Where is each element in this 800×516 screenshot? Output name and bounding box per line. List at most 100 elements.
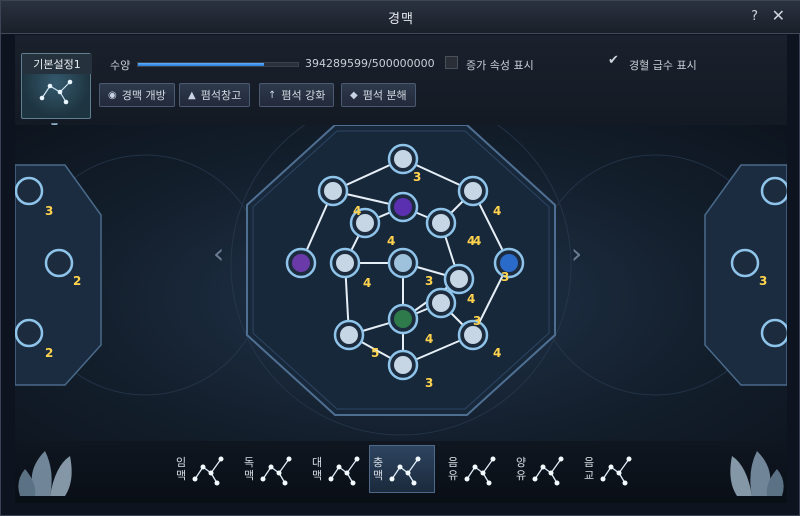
category-tab[interactable]: 임 맥 <box>173 445 233 493</box>
node-grade-label: 4 <box>387 234 395 248</box>
node-grade-label: 4 <box>467 292 475 306</box>
node-grade-label: 3 <box>413 170 421 184</box>
node-grade-label: 3 <box>425 376 433 390</box>
category-tab-label: 임 맥 <box>175 456 187 482</box>
constellation-icon <box>464 456 496 486</box>
lotus-right-icon <box>730 451 784 496</box>
category-tab[interactable]: 양 유 <box>513 445 573 493</box>
meridian-node[interactable] <box>387 303 419 335</box>
meridian-node[interactable] <box>443 263 475 295</box>
left-meridian-node[interactable] <box>15 176 44 206</box>
open-meridian-label: 경맥 개방 <box>121 89 166 102</box>
help-button[interactable]: ? <box>751 9 758 24</box>
category-tab[interactable]: 음 교 <box>581 445 641 493</box>
constellation-icon <box>260 456 292 486</box>
prev-arrow-icon[interactable]: ‹ <box>213 237 224 270</box>
category-tab-label: 음 교 <box>583 456 595 482</box>
node-grade-label: 4 <box>467 234 475 248</box>
node-grade-label: 3 <box>425 274 433 288</box>
extra-attr-checkbox[interactable] <box>445 56 458 69</box>
category-tab-label: 독 맥 <box>243 456 255 482</box>
node-grade-label: 3 <box>473 314 481 328</box>
cultivation-label: 수양 <box>110 59 131 72</box>
node-grade-label: 3 <box>501 270 509 284</box>
toolbar: 기본설정1 ▼ 수양 394289599/500000000 증가 속성 표시 … <box>15 35 787 132</box>
right-meridian-node[interactable] <box>760 176 787 206</box>
node-grade-label: 4 <box>363 276 371 290</box>
constellation-icon <box>328 456 360 486</box>
meridian-node[interactable] <box>425 207 457 239</box>
node-emblem-icon <box>450 270 468 288</box>
category-tab-label: 충 맥 <box>372 456 384 482</box>
next-arrow-icon[interactable]: › <box>571 237 582 270</box>
left-node-grade-label: 3 <box>45 204 53 218</box>
titlebar: 경맥 ? ✕ <box>1 1 800 34</box>
node-emblem-icon <box>394 254 412 272</box>
cultivation-value: 394289599/500000000 <box>305 57 435 70</box>
node-emblem-icon <box>394 150 412 168</box>
cultivation-progress-fill <box>138 63 265 66</box>
constellation-icon <box>389 456 421 486</box>
constellation-icon <box>600 456 632 486</box>
meridian-node[interactable] <box>425 287 457 319</box>
preset-label: 기본설정1 <box>22 54 92 74</box>
open-meridian-button[interactable]: ◉ 경맥 개방 <box>99 83 175 107</box>
node-grade-label: 4 <box>353 204 361 218</box>
node-emblem-icon <box>324 182 342 200</box>
category-tab-label: 대 맥 <box>311 456 323 482</box>
node-emblem-icon <box>432 294 450 312</box>
node-grade-label: 5 <box>371 346 379 360</box>
constellation-icon <box>39 79 73 105</box>
constellation-icon <box>532 456 564 486</box>
node-emblem-icon <box>432 214 450 232</box>
open-icon: ◉ <box>108 89 117 101</box>
enhance-icon: ↑ <box>268 89 277 101</box>
meridian-node[interactable] <box>387 191 419 223</box>
stone-enhance-button[interactable]: ↑ 폄석 강화 <box>259 83 335 107</box>
preset-selector[interactable]: 기본설정1 ▼ <box>21 53 92 132</box>
node-grade-label: 4 <box>425 332 433 346</box>
node-emblem-icon <box>464 182 482 200</box>
stone-disassemble-label: 폄석 분해 <box>362 89 407 102</box>
node-emblem-icon <box>340 326 358 344</box>
node-emblem-icon <box>394 198 412 216</box>
meridian-node[interactable] <box>329 247 361 279</box>
close-button[interactable]: ✕ <box>772 6 785 25</box>
meridian-node[interactable] <box>333 319 365 351</box>
node-emblem-icon <box>292 254 310 272</box>
stone-storage-label: 폄석창고 <box>200 89 242 102</box>
grade-display-checkbox[interactable]: ✔ <box>608 53 619 68</box>
meridian-node[interactable] <box>317 175 349 207</box>
extra-attr-label[interactable]: 증가 속성 표시 <box>466 57 534 73</box>
node-emblem-icon <box>464 326 482 344</box>
meridian-board: 3444434334543443223 ‹ › <box>15 125 787 441</box>
node-grade-label: 4 <box>493 204 501 218</box>
left-meridian-node[interactable] <box>15 318 44 348</box>
left-node-grade-label: 2 <box>45 346 53 360</box>
right-meridian-node[interactable] <box>730 248 760 278</box>
window-title: 경맥 <box>388 11 414 27</box>
stone-storage-button[interactable]: ▲ 폄석창고 <box>179 83 251 107</box>
category-tab-label: 음 유 <box>447 456 459 482</box>
node-emblem-icon <box>394 310 412 328</box>
meridian-node[interactable] <box>457 175 489 207</box>
left-meridian-node[interactable] <box>44 248 74 278</box>
category-tab[interactable]: 대 맥 <box>309 445 369 493</box>
disassemble-icon: ◆ <box>350 89 358 101</box>
category-tab[interactable]: 음 유 <box>445 445 505 493</box>
right-meridian-node[interactable] <box>760 318 787 348</box>
stone-enhance-label: 폄석 강화 <box>281 89 326 102</box>
grade-display-label[interactable]: 경혈 급수 표시 <box>629 57 697 73</box>
category-tab[interactable]: 충 맥 <box>369 445 435 493</box>
meridian-node[interactable] <box>387 247 419 279</box>
meridian-node[interactable] <box>285 247 317 279</box>
node-emblem-icon <box>394 356 412 374</box>
cultivation-progress-bar <box>137 62 299 67</box>
stone-disassemble-button[interactable]: ◆ 폄석 분해 <box>341 83 416 107</box>
right-node-grade-label: 3 <box>759 274 767 288</box>
meridian-node[interactable] <box>387 349 419 381</box>
meridian-node[interactable] <box>387 143 419 175</box>
category-tab-label: 양 유 <box>515 456 527 482</box>
constellation-icon <box>192 456 224 486</box>
category-tab[interactable]: 독 맥 <box>241 445 301 493</box>
